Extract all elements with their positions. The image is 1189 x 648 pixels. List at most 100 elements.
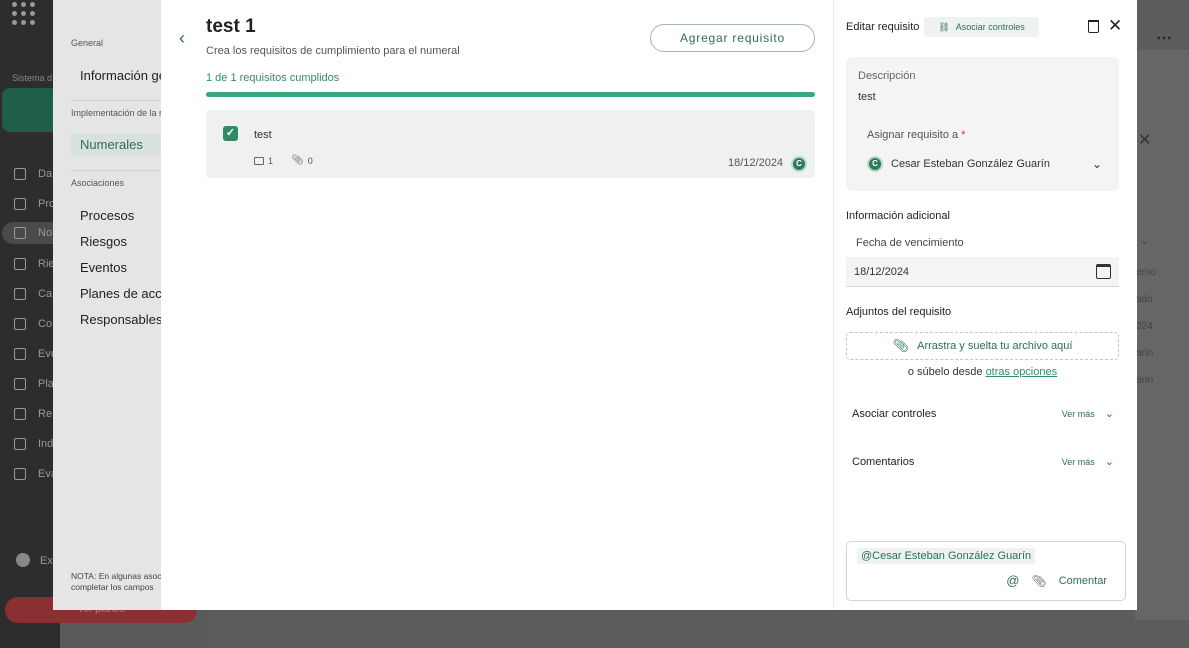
required-marker: * bbox=[961, 129, 966, 141]
bg-text: arín bbox=[1136, 348, 1154, 359]
checklist-icon bbox=[14, 378, 26, 390]
associate-controls-section[interactable]: Asociar controles Ver más ⌄ bbox=[852, 407, 1114, 421]
bg-nav-item: Pro bbox=[14, 198, 55, 210]
upload-prefix: o súbelo desde bbox=[907, 366, 983, 378]
bg-nav-item: Re bbox=[14, 408, 52, 420]
page-subtitle: Crea los requisitos de cumplimiento para… bbox=[206, 45, 460, 57]
description-field[interactable]: test bbox=[858, 91, 876, 103]
avatar: C bbox=[867, 156, 883, 172]
more-icon: ⋯ bbox=[1156, 30, 1173, 47]
edit-requirement-panel: Editar requisito ⛓ Asociar controles ✕ D… bbox=[833, 0, 1137, 610]
attachment-count: 0 bbox=[307, 155, 313, 166]
evaluation-icon bbox=[14, 468, 26, 480]
requirements-content: ‹ test 1 Crea los requisitos de cumplimi… bbox=[161, 0, 833, 610]
comment-button[interactable]: Comentar bbox=[1059, 575, 1107, 587]
nav-item-responsables[interactable]: Responsables bbox=[80, 312, 161, 327]
assignee-name: Cesar Esteban González Guarín bbox=[891, 158, 1050, 170]
nav-item-procesos[interactable]: Procesos bbox=[80, 208, 134, 223]
comment-icon bbox=[254, 156, 264, 165]
nav-item-eventos[interactable]: Eventos bbox=[80, 260, 127, 275]
bg-nav-item: Co bbox=[14, 318, 52, 330]
additional-info-title: Información adicional bbox=[846, 210, 950, 222]
add-requirement-button[interactable]: Agregar requisito bbox=[650, 24, 815, 52]
warning-icon bbox=[14, 348, 26, 360]
comment-actions: @ 📎︎ Comentar bbox=[1006, 573, 1107, 588]
see-more-link[interactable]: Ver más bbox=[1062, 457, 1095, 467]
chevron-down-icon[interactable]: ⌄ bbox=[1105, 407, 1114, 420]
assign-label-text: Asignar requisito a bbox=[867, 129, 959, 141]
paperclip-icon: 📎︎ bbox=[291, 155, 304, 166]
mention-icon[interactable]: @ bbox=[1006, 573, 1019, 588]
associate-controls-label: Asociar controles bbox=[955, 22, 1025, 32]
chevron-down-icon[interactable]: ⌄ bbox=[1105, 455, 1114, 468]
sliders-icon bbox=[14, 318, 26, 330]
bg-nav-item: Rie bbox=[14, 258, 55, 270]
background-sidebar: Sistema d Da Pro No Rie Ca Co Eve Pla Re… bbox=[0, 0, 65, 648]
comment-input[interactable]: @Cesar Esteban González Guarín @ 📎︎ Come… bbox=[846, 541, 1126, 601]
drop-text: Arrastra y suelta tu archivo aquí bbox=[917, 340, 1073, 352]
nav-item-numerales[interactable]: Numerales bbox=[71, 134, 161, 156]
paperclip-icon[interactable]: 📎︎ bbox=[1031, 574, 1046, 588]
divider bbox=[71, 170, 161, 171]
system-label: Sistema d bbox=[12, 73, 53, 83]
bg-nav-item: Eve bbox=[14, 348, 57, 360]
link-icon: ⛓ bbox=[938, 21, 950, 32]
nav-item-riesgos[interactable]: Riesgos bbox=[80, 234, 127, 249]
bg-text: ado bbox=[1136, 294, 1153, 305]
due-date-label: Fecha de vencimiento bbox=[856, 237, 964, 249]
calendar-icon[interactable] bbox=[1096, 264, 1111, 279]
page-title: test 1 bbox=[206, 16, 256, 37]
report-icon bbox=[14, 408, 26, 420]
bg-chevron-icon: ⌄ bbox=[1140, 235, 1150, 247]
list-icon bbox=[14, 198, 26, 210]
mention-chip[interactable]: @Cesar Esteban González Guarín bbox=[857, 548, 1036, 564]
apps-grid-icon bbox=[12, 2, 38, 25]
back-chevron-icon[interactable]: ‹ bbox=[179, 28, 185, 49]
associate-controls-button[interactable]: ⛓ Asociar controles bbox=[924, 17, 1039, 37]
file-drop-zone[interactable]: 📎︎ Arrastra y suelta tu archivo aquí bbox=[846, 332, 1119, 360]
alert-icon bbox=[14, 258, 26, 270]
assignee-select[interactable]: C Cesar Esteban González Guarín ⌄ bbox=[867, 153, 1102, 175]
law-icon bbox=[14, 227, 26, 239]
note-text: NOTA: En algunas asoc completar los camp… bbox=[71, 571, 161, 593]
requirement-title: test bbox=[254, 129, 272, 141]
bg-nav-item: Ind bbox=[14, 438, 53, 450]
requirement-meta: 1 📎︎ 0 bbox=[254, 155, 313, 166]
close-icon[interactable]: ✕ bbox=[1108, 16, 1122, 36]
section-label: Asociar controles bbox=[852, 407, 937, 420]
divider bbox=[71, 100, 161, 101]
requirement-checkbox[interactable]: ✓ bbox=[223, 126, 238, 141]
bg-text: erno bbox=[1136, 267, 1157, 278]
bg-text: 024 bbox=[1136, 321, 1153, 332]
dialog-left-nav: General Información ge Implementación de… bbox=[53, 0, 161, 610]
note-line: NOTA: En algunas asoc bbox=[71, 571, 161, 581]
progress-fill bbox=[206, 92, 815, 97]
impl-section-label: Implementación de la r bbox=[71, 108, 161, 118]
other-options-link[interactable]: otras opciones bbox=[986, 366, 1058, 378]
export-label: Ex bbox=[40, 555, 53, 567]
bg-nav-item: Da bbox=[14, 168, 52, 180]
target-icon bbox=[14, 438, 26, 450]
assoc-section-label: Asociaciones bbox=[71, 178, 125, 188]
bg-nav-item: Ca bbox=[14, 288, 52, 300]
nav-item-info[interactable]: Información ge bbox=[80, 68, 161, 83]
progress-text: 1 de 1 requisitos cumplidos bbox=[206, 72, 340, 84]
nav-item-planes[interactable]: Planes de acci bbox=[80, 286, 161, 301]
monitor-icon bbox=[14, 168, 26, 180]
attachments-title: Adjuntos del requisito bbox=[846, 306, 952, 318]
upload-options: o súbelo desde otras opciones bbox=[846, 366, 1119, 378]
chevron-down-icon: ⌄ bbox=[1091, 157, 1102, 171]
bg-close-icon: ✕ bbox=[1138, 132, 1152, 149]
description-label: Descripción bbox=[858, 70, 916, 82]
bg-nav-item: Eva bbox=[14, 468, 57, 480]
bg-nav-item: Pla bbox=[14, 378, 54, 390]
requirement-card[interactable]: ✓ test 1 📎︎ 0 18/12/2024 C bbox=[206, 110, 815, 178]
company-card bbox=[2, 88, 58, 132]
see-more-link[interactable]: Ver más bbox=[1062, 409, 1095, 419]
trash-icon[interactable] bbox=[1088, 20, 1099, 33]
avatar: C bbox=[791, 156, 807, 172]
calendar-icon bbox=[14, 288, 26, 300]
comments-section[interactable]: Comentarios Ver más ⌄ bbox=[852, 455, 1114, 469]
note-line: completar los campos bbox=[71, 582, 154, 592]
due-date-field[interactable] bbox=[846, 257, 1119, 287]
